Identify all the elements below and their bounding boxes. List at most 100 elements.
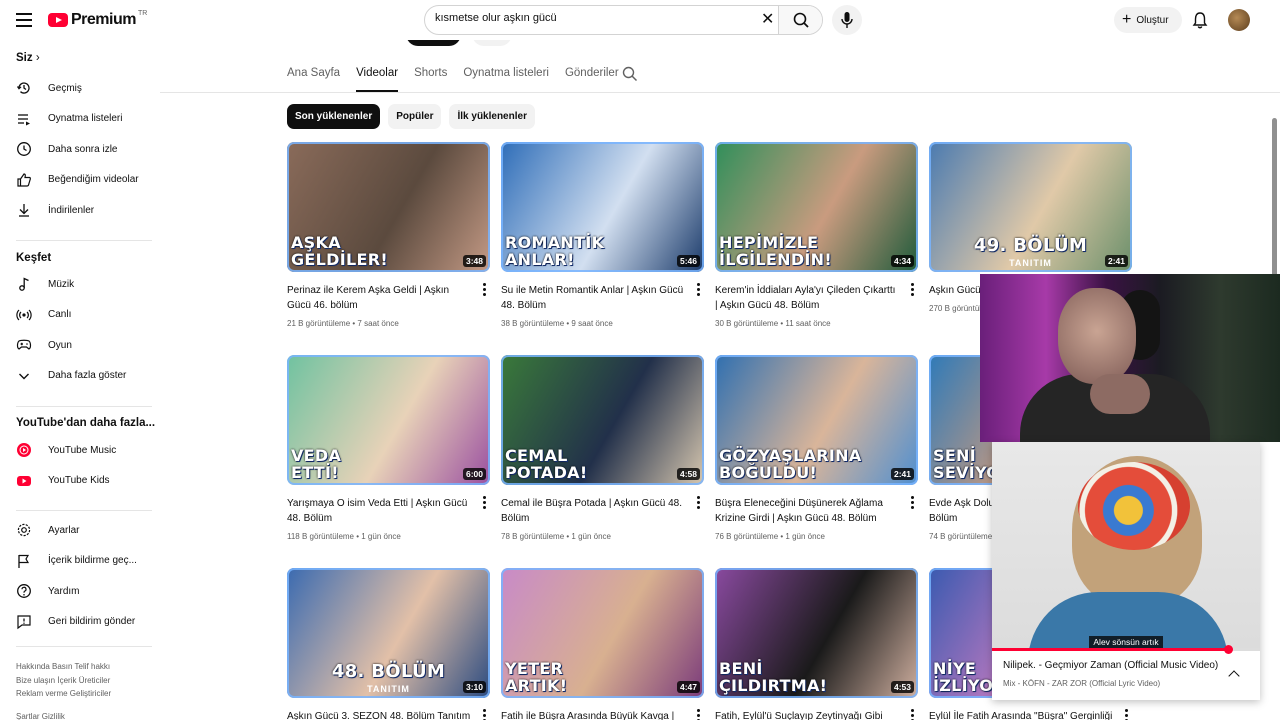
video-thumbnail[interactable]: ROMANTİK ANLAR! 5:46 xyxy=(501,142,704,272)
video-thumbnail[interactable]: VEDA ETTİ! 6:00 xyxy=(287,355,490,485)
sidebar-item-feedback[interactable]: Geri bildirim gönder xyxy=(0,608,152,636)
video-thumbnail[interactable]: 48. BÖLÜM TANITIM 3:10 xyxy=(287,568,490,698)
video-thumbnail[interactable]: CEMAL POTADA! 4:58 xyxy=(501,355,704,485)
more-options-icon[interactable] xyxy=(907,709,917,720)
sidebar-item-youtube-kids[interactable]: YouTube Kids xyxy=(0,467,152,495)
sidebar-item-download[interactable]: İndirilenler xyxy=(0,196,152,224)
sidebar-item-label: Daha fazla göster xyxy=(48,370,127,381)
video-title[interactable]: Aşkın Gücü 3. SEZON 48. Bölüm Tanıtım xyxy=(287,709,472,720)
thumbnail-caption: VEDA ETTİ! xyxy=(291,446,342,482)
video-card[interactable]: YETER ARTIK! 4:47 Fatih ile Büşra Arasında… xyxy=(501,568,704,720)
video-thumbnail[interactable]: GÖZYAŞLARINA BOĞULDU! 2:41 xyxy=(715,355,918,485)
sidebar-item-gamepad[interactable]: Oyun xyxy=(0,331,152,359)
more-options-icon[interactable] xyxy=(693,283,703,299)
tab-2[interactable]: Shorts xyxy=(414,60,447,92)
gamepad-icon xyxy=(16,337,32,353)
video-thumbnail[interactable]: 49. BÖLÜM TANITIM 2:41 xyxy=(929,142,1132,272)
video-meta: 30 B görüntüleme • 11 saat önce xyxy=(715,319,831,328)
explore-heading: Keşfet xyxy=(16,252,52,264)
expand-chevron-icon[interactable] xyxy=(1228,670,1240,682)
video-title[interactable]: Perinaz ile Kerem Aşka Geldi | Aşkın Güc… xyxy=(287,283,472,313)
mini-player-video[interactable]: Alev sönsün artık xyxy=(992,442,1260,648)
more-options-icon[interactable] xyxy=(479,496,489,512)
clear-search-icon[interactable]: ✕ xyxy=(761,11,774,29)
tab-1[interactable]: Videolar xyxy=(356,60,399,92)
logo-text: Premium xyxy=(71,11,136,28)
avatar[interactable] xyxy=(1228,9,1250,31)
sidebar-item-clock[interactable]: Daha sonra izle xyxy=(0,135,152,163)
sort-chip[interactable]: Popüler xyxy=(388,104,442,129)
video-thumbnail[interactable]: BENİ ÇILDIRTMA! 4:53 xyxy=(715,568,918,698)
video-title[interactable]: Kerem'in İddiaları Ayla'yı Çileden Çıkar… xyxy=(715,283,900,313)
tab-3[interactable]: Oynatma listeleri xyxy=(463,60,549,92)
more-options-icon[interactable] xyxy=(479,283,489,299)
sidebar-item-live[interactable]: Canlı xyxy=(0,301,152,329)
youtube-logo[interactable]: Premium TR xyxy=(48,10,147,29)
more-options-icon[interactable] xyxy=(479,709,489,720)
video-title[interactable]: Cemal ile Büşra Potada | Aşkın Gücü 48. … xyxy=(501,496,686,526)
sidebar-item-youtube-music[interactable]: YouTube Music xyxy=(0,436,152,464)
sidebar-item-music-note[interactable]: Müzik xyxy=(0,270,152,298)
you-heading[interactable]: Siz › xyxy=(16,52,40,64)
playlist-icon xyxy=(16,111,32,127)
more-options-icon[interactable] xyxy=(1121,709,1131,720)
channel-search-icon[interactable] xyxy=(622,66,638,82)
sidebar-item-label: Geçmiş xyxy=(48,82,82,94)
chevron-down-icon xyxy=(16,368,32,384)
video-card[interactable]: VEDA ETTİ! 6:00 Yarışmaya O isim Veda Etti… xyxy=(287,355,490,541)
video-title[interactable]: Eylül İle Fatih Arasında "Büşra" Gerginl… xyxy=(929,709,1114,720)
mini-player[interactable]: Alev sönsün artık Nilipek. - Geçmiyor Za… xyxy=(992,442,1260,700)
video-card[interactable]: 48. BÖLÜM TANITIM 3:10 Aşkın Gücü 3. SEZON … xyxy=(287,568,490,720)
download-icon xyxy=(16,202,32,218)
create-button[interactable]: + Oluştur xyxy=(1114,7,1182,33)
video-thumbnail[interactable]: YETER ARTIK! 4:47 xyxy=(501,568,704,698)
duration-badge: 5:46 xyxy=(676,255,700,267)
music-note-icon xyxy=(16,276,32,292)
video-title[interactable]: Büşra Eleneceğini Düşünerek Ağlama Krizi… xyxy=(715,496,900,526)
video-title[interactable]: Su ile Metin Romantik Anlar | Aşkın Gücü… xyxy=(501,283,686,313)
sidebar-item-label: Canlı xyxy=(48,309,72,320)
sort-chip[interactable]: İlk yüklenenler xyxy=(449,104,535,129)
video-title[interactable]: Fatih ile Büşra Arasında Büyük Kavga | A… xyxy=(501,709,686,720)
mini-player-title[interactable]: Nilipek. - Geçmiyor Zaman (Official Musi… xyxy=(1003,660,1218,671)
search-button[interactable] xyxy=(778,6,822,34)
more-options-icon[interactable] xyxy=(693,496,703,512)
sidebar-item-chevron-down[interactable]: Daha fazla göster xyxy=(0,362,152,390)
video-card[interactable]: BENİ ÇILDIRTMA! 4:53 Fatih, Eylül'ü Suçlay… xyxy=(715,568,918,720)
sidebar-item-label: YouTube Kids xyxy=(48,475,110,486)
video-title[interactable]: Yarışmaya O isim Veda Etti | Aşkın Gücü … xyxy=(287,496,472,526)
search-box: ✕ xyxy=(424,5,823,35)
video-thumbnail[interactable]: HEPİMİZLE İLGİLENDİN! 4:34 xyxy=(715,142,918,272)
footer-links[interactable]: Hakkında Basın Telif hakkı Bize ulaşın İ… xyxy=(16,660,146,720)
mini-player-progress[interactable] xyxy=(992,645,1260,654)
more-options-icon[interactable] xyxy=(907,283,917,299)
video-card[interactable]: ROMANTİK ANLAR! 5:46 Su ile Metin Romantik… xyxy=(501,142,704,328)
video-card[interactable]: AŞKA GELDİLER! 3:48 Perinaz ile Kerem Aşka… xyxy=(287,142,490,328)
sidebar-item-thumbs-up[interactable]: Beğendiğim videolar xyxy=(0,166,152,194)
video-card[interactable]: GÖZYAŞLARINA BOĞULDU! 2:41 Büşra Eleneceği… xyxy=(715,355,918,541)
sidebar-item-playlist[interactable]: Oynatma listeleri xyxy=(0,105,152,133)
sidebar-item-history[interactable]: Geçmiş xyxy=(0,74,152,102)
menu-icon[interactable] xyxy=(16,13,32,27)
bell-icon[interactable] xyxy=(1190,10,1210,30)
live-icon xyxy=(16,307,32,323)
tab-4[interactable]: Gönderiler xyxy=(565,60,619,92)
video-title[interactable]: Fatih, Eylül'ü Suçlayıp Zeytinyağı Gibi … xyxy=(715,709,900,720)
plus-icon: + xyxy=(1122,11,1132,28)
tab-0[interactable]: Ana Sayfa xyxy=(287,60,340,92)
sidebar-item-flag[interactable]: İçerik bildirme geç... xyxy=(0,547,152,575)
youtube-music-icon xyxy=(16,442,32,458)
video-card[interactable]: CEMAL POTADA! 4:58 Cemal ile Büşra Potada … xyxy=(501,355,704,541)
more-options-icon[interactable] xyxy=(907,496,917,512)
more-options-icon[interactable] xyxy=(693,709,703,720)
voice-search-button[interactable] xyxy=(832,5,862,35)
sidebar: Siz › Geçmiş Oynatma listeleri Daha sonra … xyxy=(0,40,160,720)
video-card[interactable]: HEPİMİZLE İLGİLENDİN! 4:34 Kerem'in İddial… xyxy=(715,142,918,328)
sidebar-item-gear[interactable]: Ayarlar xyxy=(0,516,152,544)
thumbnail-subcaption: TANITIM xyxy=(367,684,410,694)
sidebar-item-help[interactable]: Yardım xyxy=(0,577,152,605)
sort-chip[interactable]: Son yüklenenler xyxy=(287,104,381,129)
search-input[interactable] xyxy=(435,12,755,24)
mini-player-subtitle[interactable]: Mix - KÖFN - ZAR ZOR (Official Lyric Vid… xyxy=(1003,679,1160,688)
video-thumbnail[interactable]: AŞKA GELDİLER! 3:48 xyxy=(287,142,490,272)
